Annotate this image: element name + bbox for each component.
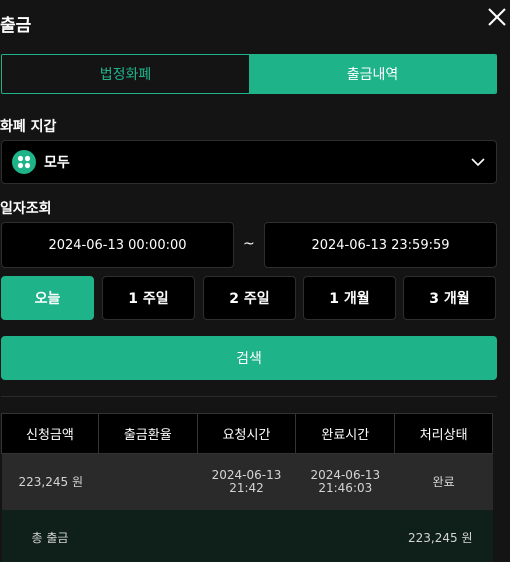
completed-date: 2024-06-13 [310,467,381,482]
column-header-status: 처리상태 [394,413,493,454]
range-1-month-button[interactable]: 1 개월 [303,276,396,320]
completed-time-cell: 2024-06-13 21:46:03 [295,453,395,510]
requested-date: 2024-06-13 [211,467,282,482]
date-filter-label: 일자조회 [0,201,52,217]
total-label: 총 출금 [1,509,198,562]
grid-coin-icon [12,150,36,174]
column-header-rate: 출금환율 [97,413,198,454]
total-amount-cell: 223,245 원 [197,509,493,562]
range-1-week-button[interactable]: 1 주일 [102,276,195,320]
page-title: 출금 [0,16,32,36]
requested-time: 21:42 [229,480,264,495]
range-2-week-button[interactable]: 2 주일 [203,276,296,320]
start-date-input[interactable] [1,222,234,268]
completed-time: 21:46:03 [318,480,373,495]
wallet-label: 화폐 지갑 [0,119,57,135]
column-header-completed: 완료시간 [295,413,396,454]
end-date-input[interactable] [264,222,497,268]
withdrawal-table: 신청금액 출금환율 요청시간 완료시간 처리상태 223,245 원 2024-… [1,413,493,562]
table-row: 223,245 원 2024-06-13 21:42 2024-06-13 21… [1,453,493,510]
divider [1,396,497,397]
tab-bar: 법정화폐 출금내역 [1,54,497,94]
column-header-requested: 요청시간 [196,413,297,454]
total-amount-unit: 원 [461,531,473,545]
total-row: 총 출금 223,245 원 [1,509,493,562]
wallet-select[interactable]: 모두 [1,140,497,184]
total-amount: 223,245 [408,531,458,545]
range-3-month-button[interactable]: 3 개월 [403,276,496,320]
date-separator: ~ [243,236,255,252]
requested-time-cell: 2024-06-13 21:42 [197,453,296,510]
range-today-button[interactable]: 오늘 [1,276,94,320]
tab-fiat[interactable]: 법정화폐 [2,55,249,93]
search-button[interactable]: 검색 [1,336,497,380]
amount-cell: 223,245 원 [1,453,99,510]
withdrawal-panel: 출금 법정화폐 출금내역 화폐 지갑 모두 일자조회 ~ 오늘 1 주일 2 주… [0,0,510,562]
wallet-select-value: 모두 [44,155,70,171]
status-badge: 완료 [394,453,493,510]
rate-cell [98,453,198,510]
column-header-amount: 신청금액 [1,413,99,454]
tab-withdrawal-history[interactable]: 출금내역 [249,55,496,93]
table-header-row: 신청금액 출금환율 요청시간 완료시간 처리상태 [1,413,493,454]
close-icon[interactable] [486,6,508,28]
chevron-down-icon [471,158,485,167]
